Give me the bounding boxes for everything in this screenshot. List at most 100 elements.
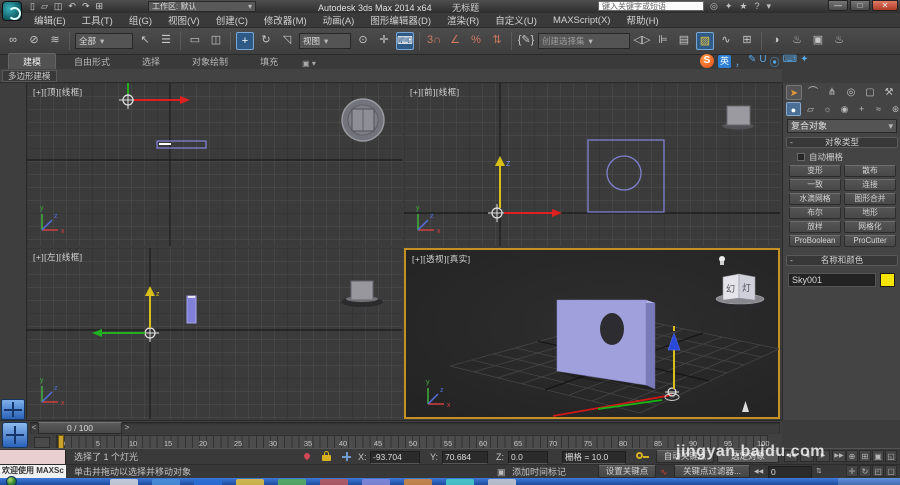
object-type-button[interactable]: ProCutter	[844, 235, 896, 247]
viewport-layout-grid-icon[interactable]	[2, 422, 28, 448]
object-type-button[interactable]: ProBoolean	[789, 235, 841, 247]
systems-category-icon[interactable]: ⊛	[888, 102, 900, 116]
lights-category-icon[interactable]: ☼	[820, 102, 835, 116]
object-name-input[interactable]: Sky001	[788, 273, 876, 287]
curve-editor-icon[interactable]: ∿	[717, 32, 735, 50]
use-pivot-center-icon[interactable]: ⊙	[354, 32, 372, 50]
rendered-frame-window-icon[interactable]: ▣	[809, 32, 827, 50]
workspace-dropdown[interactable]: 工作区: 默认	[148, 1, 256, 12]
menu-item[interactable]: 渲染(R)	[447, 13, 479, 27]
system-tray[interactable]	[838, 478, 900, 485]
wrench-icon[interactable]: ✦	[725, 1, 733, 12]
absolute-mode-icon[interactable]	[342, 452, 351, 461]
object-type-button[interactable]: 布尔	[789, 207, 841, 219]
menu-item[interactable]: 帮助(H)	[626, 13, 658, 27]
taskbar-app-icon[interactable]	[278, 479, 306, 485]
rectangular-selection-region-icon[interactable]: ▭	[186, 32, 204, 50]
window-crossing-icon[interactable]: ◫	[207, 32, 225, 50]
z-coord-field[interactable]: 0.0	[508, 451, 548, 464]
isolate-selection-icon[interactable]	[303, 452, 311, 460]
taskbar-app-icon[interactable]	[362, 479, 390, 485]
current-frame-marker[interactable]	[58, 435, 64, 449]
taskbar-app-icon[interactable]	[110, 479, 138, 485]
taskbar-app-icon[interactable]	[236, 479, 264, 485]
minimize-button[interactable]: —	[828, 0, 848, 11]
pan-icon[interactable]: ✛	[846, 465, 858, 477]
material-editor-icon[interactable]: ◑	[767, 32, 785, 50]
taskbar-app-icon[interactable]	[194, 479, 222, 485]
object-type-button[interactable]: 连接	[844, 179, 896, 191]
open-file-icon[interactable]: ▱	[41, 0, 48, 13]
edit-named-selection-sets-icon[interactable]: {✎}	[517, 32, 535, 50]
menu-item[interactable]: 自定义(U)	[495, 13, 537, 27]
add-time-tag[interactable]: 添加时间标记	[512, 465, 566, 479]
shapes-category-icon[interactable]: ▱	[803, 102, 818, 116]
ime-toolbox-icon[interactable]: ✦	[800, 54, 808, 69]
object-category-dropdown[interactable]: 复合对象	[787, 119, 897, 133]
ime-language-toggle[interactable]: 英	[718, 55, 731, 68]
zoom-all-icon[interactable]: ⊞	[859, 450, 871, 462]
align-icon[interactable]: ⊫	[654, 32, 672, 50]
modify-tab-icon[interactable]: ⌒	[805, 85, 821, 100]
undo-icon[interactable]: ↶	[68, 0, 76, 13]
track-bar[interactable]: 0510152025303540455055606570758085909510…	[56, 435, 768, 449]
ribbon-minimize-icon[interactable]: ▣ ▾	[302, 59, 316, 69]
ribbon-tab[interactable]: 填充	[246, 54, 292, 69]
named-selection-sets-dropdown[interactable]: 创建选择集	[538, 33, 630, 49]
windows-taskbar[interactable]	[0, 478, 900, 485]
zoom-region-icon[interactable]: ◱	[885, 450, 897, 462]
close-button[interactable]: ✕	[872, 0, 898, 11]
helpers-category-icon[interactable]: +	[854, 102, 869, 116]
menu-item[interactable]: 动画(A)	[323, 13, 355, 27]
go-to-end-icon[interactable]: ▶▶	[832, 450, 846, 462]
render-setup-icon[interactable]: ♨	[788, 32, 806, 50]
bind-to-space-warp-icon[interactable]: ≋	[46, 32, 64, 50]
object-type-button[interactable]: 变形	[789, 165, 841, 177]
schematic-view-icon[interactable]: ⊞	[738, 32, 756, 50]
selection-filter-dropdown[interactable]: 全部	[75, 33, 133, 49]
go-to-start-icon[interactable]: ◀◀	[784, 450, 798, 462]
taskbar-app-icon[interactable]	[152, 479, 180, 485]
spinner-snap-icon[interactable]: ⇅	[488, 32, 506, 50]
reference-coordinate-dropdown[interactable]: 视图	[299, 33, 351, 49]
cameras-category-icon[interactable]: ◉	[837, 102, 852, 116]
ribbon-tab[interactable]: 选择	[128, 54, 174, 69]
ime-u-mode-icon[interactable]: U	[759, 54, 766, 69]
select-by-name-icon[interactable]: ☰	[157, 32, 175, 50]
zoom-icon[interactable]: ⊕	[846, 450, 858, 462]
taskbar-app-icon[interactable]	[404, 479, 432, 485]
polygon-modeling-panel-button[interactable]: 多边形建模	[2, 70, 57, 82]
auto-key-button[interactable]: 自动关键点	[656, 450, 714, 463]
x-coord-field[interactable]: -93.704	[370, 451, 420, 464]
graphite-ribbon-toggle-icon[interactable]: ▨	[696, 32, 714, 50]
redo-icon[interactable]: ↷	[82, 0, 90, 13]
viewport-front-label[interactable]: [+][前][线框]	[410, 86, 460, 98]
viewport-left[interactable]	[27, 248, 402, 419]
select-and-scale-icon[interactable]: ◹	[278, 32, 296, 50]
mirror-icon[interactable]: ◁▷	[633, 32, 651, 50]
go-to-start-icon[interactable]: ◀◀	[754, 465, 763, 479]
ime-mic-icon[interactable]: ⦿	[770, 54, 780, 69]
space-warps-category-icon[interactable]: ≈	[871, 102, 886, 116]
favorites-star-icon[interactable]: ★	[739, 1, 747, 12]
viewport-perspective-label[interactable]: [+][透视][真实]	[412, 253, 471, 265]
taskbar-app-icon[interactable]	[320, 479, 348, 485]
select-and-link-icon[interactable]: ∞	[4, 32, 22, 50]
y-coord-field[interactable]: 70.684	[442, 451, 488, 464]
geometry-category-icon[interactable]: ●	[786, 102, 801, 116]
taskbar-app-icon[interactable]	[488, 479, 516, 485]
menu-item[interactable]: 编辑(E)	[34, 13, 66, 27]
key-filters-button[interactable]: 关键点过滤器...	[674, 465, 750, 478]
menu-item[interactable]: 修改器(M)	[264, 13, 307, 27]
hierarchy-tab-icon[interactable]: ⋔	[824, 85, 840, 100]
menu-item[interactable]: MAXScript(X)	[553, 15, 611, 26]
menu-item[interactable]: 图形编辑器(D)	[370, 13, 431, 27]
menu-item[interactable]: 组(G)	[129, 13, 152, 27]
object-type-button[interactable]: 图形合并	[844, 193, 896, 205]
walk-through-icon[interactable]: ▢	[885, 465, 897, 477]
menu-item[interactable]: 视图(V)	[168, 13, 200, 27]
viewport-layout-tab[interactable]	[1, 399, 25, 420]
percent-snap-icon[interactable]: %	[467, 32, 485, 50]
keyboard-override-icon[interactable]: ⌨	[396, 32, 414, 50]
viewport-perspective-active[interactable]	[404, 248, 780, 419]
